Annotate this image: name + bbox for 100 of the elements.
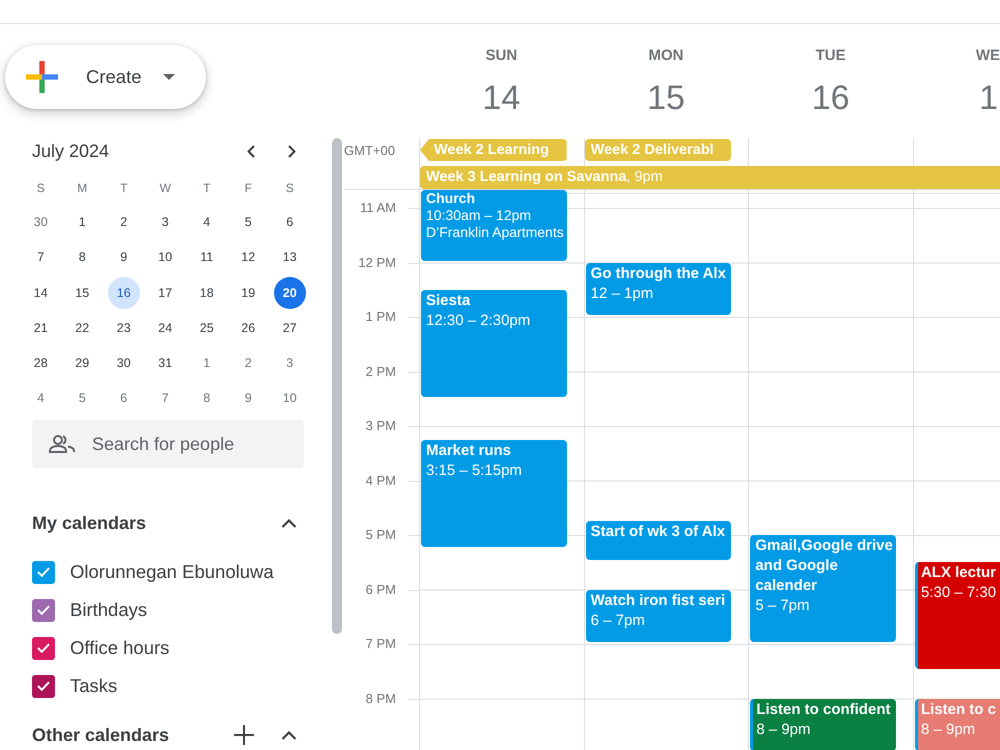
calendar-day[interactable]: 2: [232, 347, 264, 380]
calendar-day[interactable]: 1: [190, 347, 223, 380]
day-number[interactable]: 1: [977, 76, 1000, 120]
calendar-day[interactable]: 6: [108, 382, 140, 415]
calendar-day[interactable]: 22: [66, 312, 98, 344]
calendar-day[interactable]: 8: [66, 242, 98, 274]
calendar-checkbox[interactable]: [32, 560, 55, 584]
timezone-label: GMT+00: [344, 143, 395, 159]
event-time: 6 – 7pm: [590, 610, 645, 630]
calendar-day[interactable]: 5: [232, 206, 264, 239]
calendar-day[interactable]: 12: [232, 242, 264, 274]
check-icon: [37, 567, 50, 578]
weekday-label: S: [36, 180, 45, 197]
calendar-day[interactable]: 5: [66, 382, 98, 415]
calendar-name: Tasks: [70, 674, 118, 698]
hour-label: 7 PM: [366, 636, 396, 651]
hour-label: 2 PM: [366, 364, 396, 378]
weekday-label: S: [286, 180, 294, 197]
calendar-name: Olorunnegan Ebunoluwa: [70, 560, 274, 584]
calendar-day[interactable]: 7: [24, 242, 57, 274]
calendar-day[interactable]: 3: [274, 347, 306, 380]
scrollbar-thumb[interactable]: [332, 138, 342, 634]
event-title: Siesta: [426, 290, 470, 311]
calendar-day[interactable]: 3: [149, 206, 182, 239]
event-time: 12 – 1pm: [590, 284, 654, 304]
check-icon: [37, 681, 50, 692]
day-number[interactable]: 14: [480, 76, 522, 120]
calendar-day[interactable]: 30: [24, 206, 57, 239]
calendar-day[interactable]: 21: [24, 312, 57, 344]
calendar-day[interactable]: 4: [24, 382, 57, 415]
calendar-checkbox[interactable]: [32, 674, 55, 698]
calendar-day[interactable]: 19: [232, 276, 264, 309]
weekday-label: T: [120, 180, 128, 197]
create-button[interactable]: Create: [5, 45, 206, 109]
calendar-day[interactable]: 6: [274, 206, 306, 239]
event-time: 5:30 – 7:30: [920, 583, 996, 604]
caret-icon: [162, 74, 175, 80]
calendar-day[interactable]: 9: [232, 382, 264, 415]
calendar-day[interactable]: 10: [149, 242, 182, 274]
calendar-day[interactable]: 10: [274, 382, 306, 415]
weekday-label: WE: [976, 46, 1000, 66]
hour-label: 3 PM: [366, 418, 396, 433]
calendar-day[interactable]: 29: [66, 347, 98, 380]
event-time: 12:30 – 2:30pm: [426, 310, 530, 331]
hour-label: 5 PM: [366, 527, 396, 542]
calendar-day[interactable]: 24: [149, 312, 182, 344]
people-icon: [49, 435, 75, 454]
event-title: Market runs: [426, 440, 512, 461]
event-title: Listen to c: [920, 700, 996, 720]
calendar-event[interactable]: ALX lectur 5:30 – 7:30: [914, 562, 1000, 670]
calendar-name: Office hours: [70, 636, 170, 660]
section-title: My calendars: [32, 512, 146, 535]
hour-label: 12 PM: [358, 254, 396, 270]
calendar-day[interactable]: 1: [66, 206, 98, 239]
calendar-event[interactable]: Listen to confident 8 – 9pm: [750, 698, 896, 750]
event-title: ALX lectur: [920, 563, 996, 584]
event-title: Watch iron fist seri: [590, 590, 726, 610]
weekday-label: F: [244, 180, 252, 197]
calendar-day[interactable]: 7: [149, 382, 182, 415]
weekday-label: TUE: [816, 46, 846, 66]
chevron-right-icon: [288, 144, 296, 158]
plus-icon: [234, 725, 254, 746]
calendar-day[interactable]: 15: [66, 276, 98, 309]
day-number[interactable]: 16: [810, 76, 852, 120]
calendar-day[interactable]: 16: [108, 276, 140, 309]
event-time: 8 – 9pm: [756, 720, 811, 740]
calendar-day[interactable]: 17: [149, 276, 182, 309]
calendar-day[interactable]: 23: [108, 312, 140, 344]
calendar-day[interactable]: 2: [108, 206, 140, 239]
month-title: July 2024: [32, 140, 110, 163]
day-number[interactable]: 15: [645, 76, 687, 120]
calendar-day[interactable]: 20: [274, 276, 306, 309]
event-title: Start of wk 3 of Alx: [590, 522, 726, 542]
calendar-day[interactable]: 26: [232, 312, 264, 344]
calendar-day[interactable]: 25: [190, 312, 223, 344]
check-icon: [37, 643, 50, 654]
event-title: Listen to confident: [756, 700, 890, 720]
calendar-day[interactable]: 9: [108, 242, 140, 274]
calendar-day[interactable]: 28: [24, 347, 57, 380]
event-time: 10:30am – 12pm: [426, 207, 532, 224]
search-field[interactable]: Search for people: [32, 420, 304, 468]
event-title: Church: [426, 190, 475, 207]
calendar-checkbox[interactable]: [32, 636, 55, 660]
event-title: Gmail,Google drive and Google calender: [755, 536, 894, 596]
calendar-name: Birthdays: [70, 598, 148, 622]
chevron-left-icon: [247, 144, 255, 158]
calendar-day[interactable]: 13: [274, 242, 306, 274]
calendar-day[interactable]: 4: [190, 206, 223, 239]
calendar-day[interactable]: 11: [190, 242, 223, 274]
weekday-label: MON: [648, 46, 684, 66]
calendar-day[interactable]: 27: [274, 312, 306, 344]
calendar-day[interactable]: 31: [149, 347, 182, 380]
calendar-day[interactable]: 18: [190, 276, 223, 309]
calendar-day[interactable]: 30: [108, 347, 140, 380]
event-time: 8 – 9pm: [920, 720, 976, 740]
calendar-day[interactable]: 14: [24, 276, 57, 309]
event-time: 3:15 – 5:15pm: [426, 460, 522, 481]
hour-label: 11 AM: [360, 200, 396, 215]
calendar-checkbox[interactable]: [32, 598, 55, 622]
calendar-day[interactable]: 8: [190, 382, 223, 415]
